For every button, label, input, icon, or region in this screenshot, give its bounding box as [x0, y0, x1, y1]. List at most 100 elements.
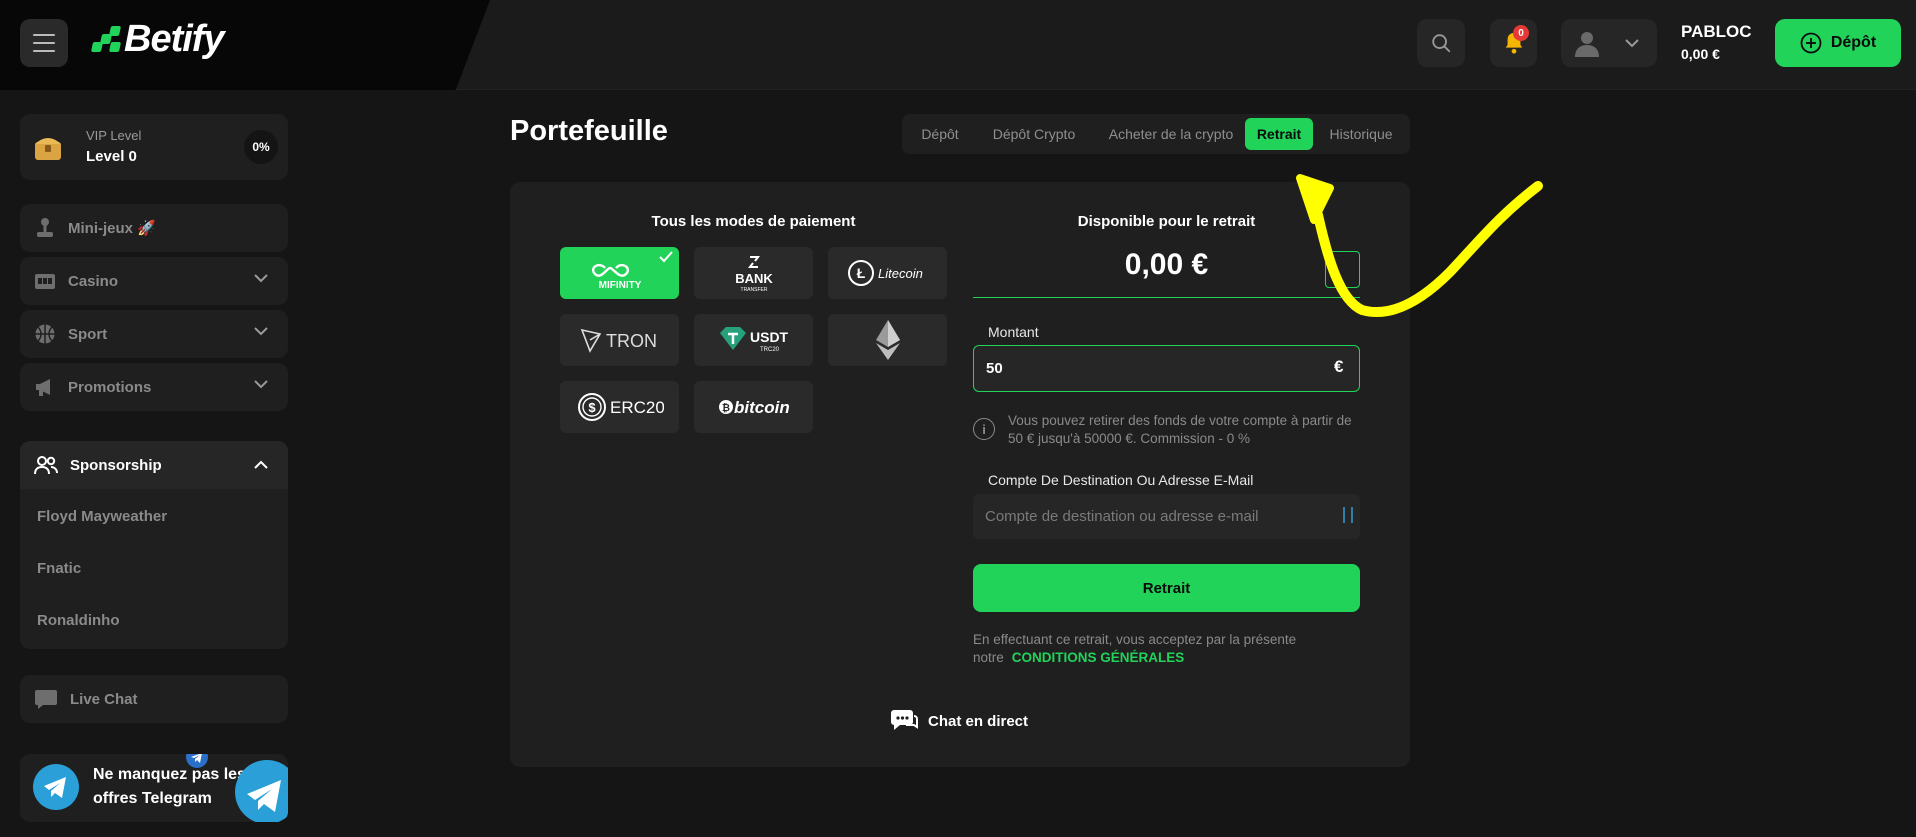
live-chat-button[interactable]: Live Chat: [20, 675, 288, 723]
tab-retrait[interactable]: Retrait: [1245, 118, 1313, 150]
page-title: Portefeuille: [510, 115, 668, 147]
tab-depot[interactable]: Dépôt: [908, 118, 972, 150]
notifications-button[interactable]: 0: [1490, 19, 1537, 67]
menu-button[interactable]: [20, 19, 68, 67]
usdt-logo-icon: USDT TRC20: [719, 327, 789, 353]
withdraw-button[interactable]: Retrait: [973, 564, 1360, 612]
deposit-button-label: Dépôt: [1830, 34, 1877, 51]
destination-input[interactable]: [973, 494, 1360, 539]
avatar-icon: [1575, 32, 1599, 57]
vip-label: VIP Level: [86, 128, 142, 143]
chat-bubbles-icon: [891, 710, 918, 730]
payment-method-bank-transfer[interactable]: BANK TRANSFER: [694, 247, 813, 299]
payment-method-usdt-trc20[interactable]: USDT TRC20: [694, 314, 813, 366]
treasure-chest-icon: [35, 138, 61, 160]
svg-text:TRANSFER: TRANSFER: [740, 287, 767, 293]
svg-text:USDT: USDT: [750, 329, 789, 345]
bank-transfer-logo-icon: BANKTRANSFER: [735, 256, 773, 293]
user-menu-button[interactable]: [1561, 19, 1657, 67]
telegram-plane-graphic-icon: [235, 760, 288, 822]
sidebar-item-casino[interactable]: Casino: [20, 257, 288, 305]
svg-text:TRC20: TRC20: [760, 347, 780, 353]
sidebar-item-sponsorship[interactable]: Sponsorship: [20, 441, 288, 489]
sponsor-link-ronaldinho[interactable]: Ronaldinho: [37, 612, 120, 629]
bitcoin-logo-icon: ₿ bitcoin: [718, 398, 790, 417]
sidebar-item-promotions[interactable]: Promotions: [20, 363, 288, 411]
amount-label: Montant: [988, 324, 1039, 340]
telegram-promo[interactable]: Ne manquez pas les offres Telegram: [20, 754, 288, 822]
litecoin-logo-icon: Ł Litecoin: [847, 260, 923, 286]
search-button[interactable]: [1417, 19, 1465, 67]
info-icon: i: [973, 418, 995, 440]
svg-text:₿: ₿: [721, 402, 729, 414]
mifinity-logo-icon: MIFINITY: [591, 263, 641, 291]
payment-method-mifinity[interactable]: MIFINITY: [560, 247, 679, 299]
slot-machine-icon: [35, 274, 55, 289]
telegram-small-icon: [186, 754, 208, 768]
erc20-logo-icon: $ ERC20: [577, 393, 664, 421]
svg-text:BANK: BANK: [735, 271, 773, 286]
search-icon: [1432, 34, 1451, 53]
tab-acheter-crypto[interactable]: Acheter de la crypto: [1096, 118, 1246, 150]
currency-symbol: €: [1334, 357, 1344, 376]
payment-method-litecoin[interactable]: Ł Litecoin: [828, 247, 947, 299]
payment-method-erc20[interactable]: $ ERC20: [560, 381, 679, 433]
live-chat-label: Live Chat: [70, 690, 138, 708]
logo[interactable]: Betify: [90, 18, 225, 61]
logo-mark-icon: [90, 25, 122, 54]
sponsor-link-floyd[interactable]: Floyd Mayweather: [37, 508, 167, 525]
chevron-down-icon: [254, 327, 268, 336]
basketball-icon: [35, 324, 55, 344]
chevron-down-icon: [1625, 38, 1639, 47]
chat-en-direct-button[interactable]: Chat en direct: [890, 708, 1028, 734]
svg-text:MIFINITY: MIFINITY: [598, 280, 641, 291]
sidebar-item-mini-jeux[interactable]: Mini-jeux 🚀: [20, 204, 288, 252]
chevron-up-icon: [254, 460, 268, 469]
tron-logo-icon: TRON: [580, 328, 657, 353]
sidebar-item-label: Sport: [68, 325, 108, 343]
users-icon: [34, 456, 58, 475]
wallet-tabs: Dépôt Dépôt Crypto Acheter de la crypto …: [902, 114, 1410, 154]
svg-text:Ł: Ł: [856, 265, 865, 281]
chevron-down-icon: [254, 274, 268, 283]
sidebar-item-sport[interactable]: Sport: [20, 310, 288, 358]
destination-label: Compte De Destination Ou Adresse E-Mail: [988, 472, 1254, 488]
payment-method-ethereum[interactable]: [828, 314, 947, 366]
chat-icon: [35, 690, 57, 709]
sidebar-item-label: Promotions: [68, 378, 152, 396]
header-balance: 0,00 €: [1681, 46, 1720, 62]
top-bar-logo-area: [0, 0, 490, 90]
annotation-arrow-icon: [1296, 174, 1543, 318]
sidebar-item-label: Sponsorship: [70, 456, 162, 474]
svg-text:ERC20: ERC20: [610, 398, 664, 417]
tab-depot-crypto[interactable]: Dépôt Crypto: [976, 118, 1092, 150]
payment-method-bitcoin[interactable]: ₿ bitcoin: [694, 381, 813, 433]
joystick-icon: [37, 218, 53, 237]
terms-link[interactable]: CONDITIONS GÉNÉRALES: [1012, 650, 1185, 665]
vip-level: Level 0: [86, 148, 137, 165]
telegram-icon: [33, 764, 79, 810]
paste-icon[interactable]: [1343, 507, 1353, 523]
svg-text:Litecoin: Litecoin: [878, 266, 923, 281]
amount-input[interactable]: [973, 345, 1360, 392]
ethereum-logo-icon: [875, 320, 900, 360]
svg-text:TRON: TRON: [606, 331, 657, 351]
notification-badge: 0: [1513, 25, 1529, 41]
payment-methods-title: Tous les modes de paiement: [651, 213, 856, 230]
sidebar-item-label: Casino: [68, 272, 119, 290]
sidebar-item-label: Mini-jeux 🚀: [68, 220, 156, 237]
withdraw-limits-info: Vous pouvez retirer des fonds de votre c…: [1008, 413, 1352, 446]
megaphone-icon: [36, 379, 50, 396]
deposit-button[interactable]: Dépôt: [1775, 19, 1901, 67]
payment-method-tron[interactable]: TRON: [560, 314, 679, 366]
chat-en-direct-label: Chat en direct: [928, 712, 1029, 730]
vip-progress: 0%: [244, 130, 278, 164]
sponsor-link-fnatic[interactable]: Fnatic: [37, 560, 81, 577]
plus-circle-icon: [1800, 32, 1822, 54]
username: PABLOC: [1681, 22, 1752, 41]
svg-text:$: $: [588, 400, 596, 415]
top-bar: Betify 0 PABLOC 0,00 € Dépôt: [0, 0, 1916, 90]
svg-text:bitcoin: bitcoin: [734, 398, 790, 417]
tab-historique[interactable]: Historique: [1316, 118, 1406, 150]
terms-text: En effectuant ce retrait, vous acceptez …: [973, 631, 1363, 667]
